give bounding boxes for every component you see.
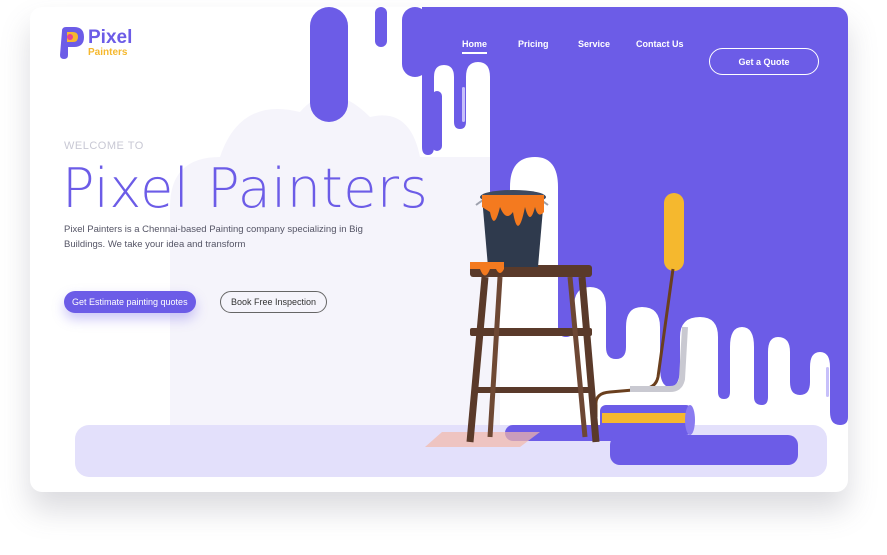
hero-title: Pixel Painters <box>62 157 429 220</box>
get-estimate-button[interactable]: Get Estimate painting quotes <box>64 291 196 313</box>
get-quote-button[interactable]: Get a Quote <box>709 48 819 75</box>
nav-contact[interactable]: Contact Us <box>636 39 684 49</box>
nav-home[interactable]: Home <box>462 39 487 54</box>
book-inspection-button[interactable]: Book Free Inspection <box>220 291 328 313</box>
hero-welcome: WELCOME TO <box>64 140 144 152</box>
nav-pricing[interactable]: Pricing <box>518 39 549 49</box>
nav-service[interactable]: Service <box>578 39 610 49</box>
hero-description: Pixel Painters is a Chennai-based Painti… <box>64 224 363 250</box>
main-nav: Home Pricing Service Contact Us Get a Qu… <box>30 31 848 75</box>
page-card: Pixel Painters Home Pricing Service Cont… <box>30 7 848 492</box>
